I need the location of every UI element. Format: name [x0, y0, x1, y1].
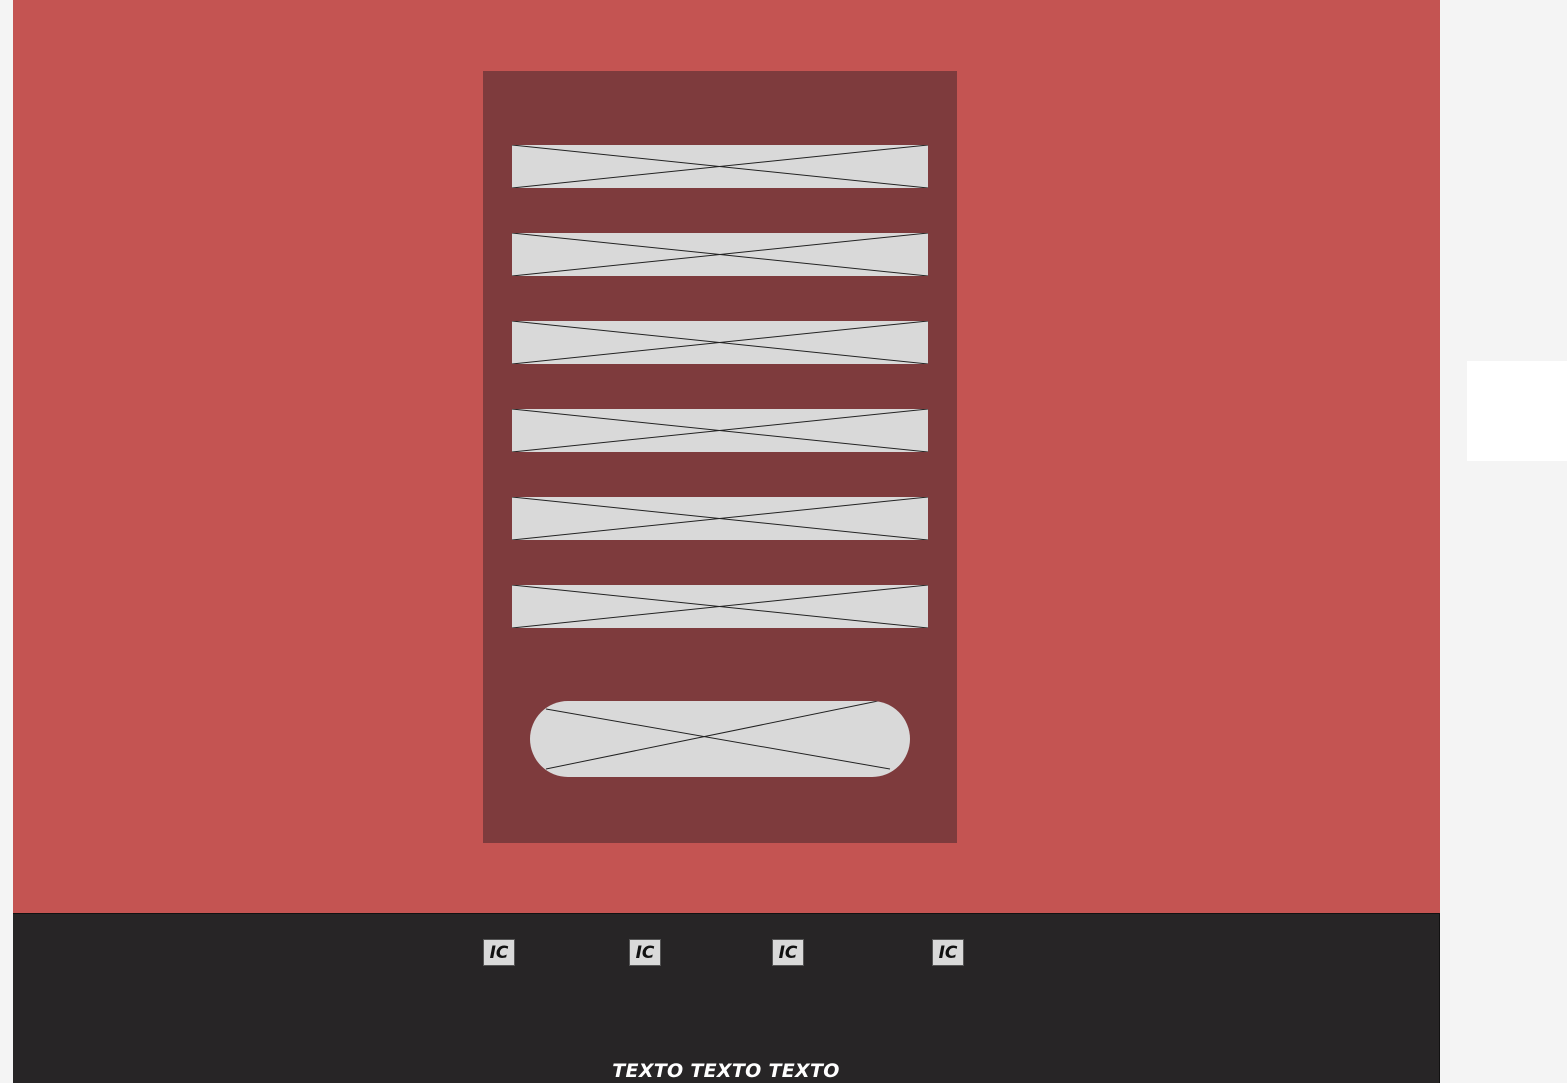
form-panel — [483, 71, 957, 843]
footer-icon-3[interactable]: IC — [772, 939, 804, 966]
image-placeholder-icon — [512, 145, 928, 188]
form-field-1[interactable] — [512, 145, 928, 188]
footer-icon-4[interactable]: IC — [932, 939, 964, 966]
form-field-2[interactable] — [512, 233, 928, 276]
form-field-3[interactable] — [512, 321, 928, 364]
footer-bar: IC IC IC IC TEXTO TEXTO TEXTO — [13, 913, 1440, 1083]
image-placeholder-icon — [545, 701, 891, 770]
side-panel-box — [1467, 361, 1567, 461]
image-placeholder-icon — [512, 585, 928, 628]
footer-icon-1[interactable]: IC — [483, 939, 515, 966]
submit-button[interactable] — [530, 701, 910, 777]
image-placeholder-icon — [512, 409, 928, 452]
image-placeholder-icon — [512, 233, 928, 276]
image-placeholder-icon — [512, 497, 928, 540]
page-canvas: IC IC IC IC TEXTO TEXTO TEXTO — [13, 0, 1440, 1083]
image-placeholder-icon — [512, 321, 928, 364]
form-field-4[interactable] — [512, 409, 928, 452]
form-field-5[interactable] — [512, 497, 928, 540]
footer-icon-2[interactable]: IC — [629, 939, 661, 966]
footer-text: TEXTO TEXTO TEXTO — [612, 1060, 840, 1082]
form-field-6[interactable] — [512, 585, 928, 628]
